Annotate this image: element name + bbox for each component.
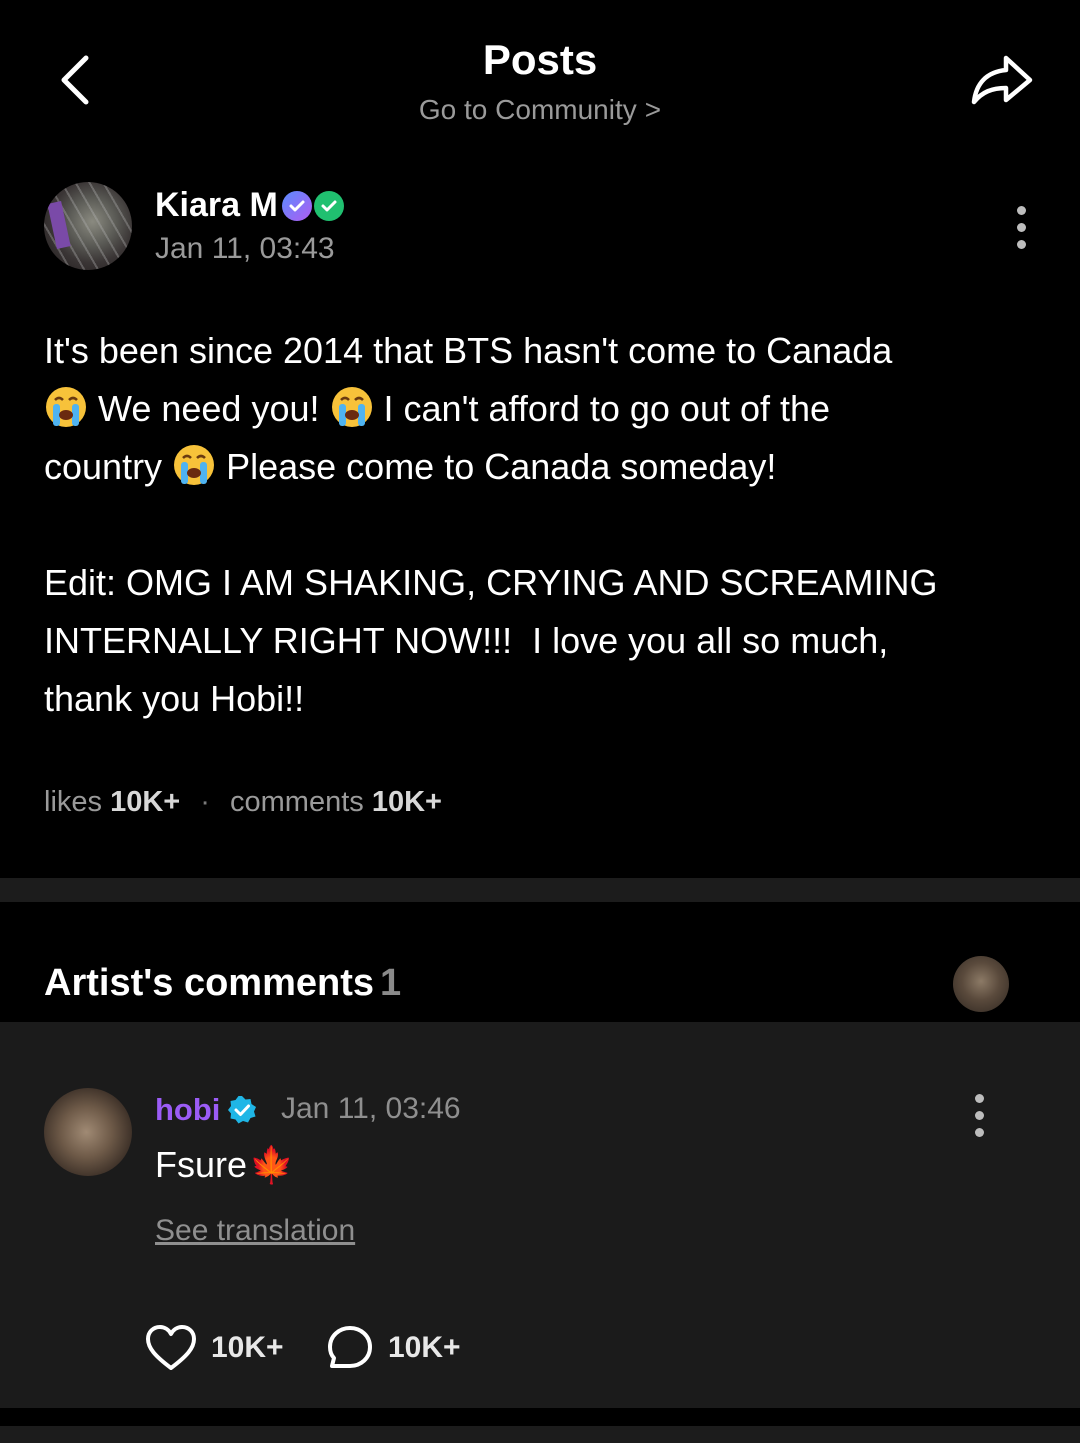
artist-comments-title: Artist's comments 1 bbox=[44, 962, 402, 1004]
post-stats: likes 10K+ · comments 10K+ bbox=[44, 786, 442, 819]
artist-avatar[interactable] bbox=[953, 956, 1009, 1012]
comments-count: 10K+ bbox=[371, 786, 442, 818]
page-title: Posts bbox=[482, 36, 598, 83]
go-to-community-label: Go to Community bbox=[418, 94, 637, 125]
section-divider bbox=[0, 878, 1080, 902]
post-body-line: We need you! I can't afford to go out of… bbox=[44, 380, 1044, 438]
post-date: Jan 11, 03:43 bbox=[155, 232, 335, 265]
more-vertical-icon bbox=[1016, 206, 1026, 215]
post-edit-line: INTERNALLY RIGHT NOW!!! I love you all s… bbox=[44, 620, 889, 661]
comments-label: comments bbox=[230, 786, 364, 818]
author-name[interactable]: Kiara M bbox=[155, 186, 278, 225]
bottom-divider bbox=[0, 1426, 1080, 1443]
likes-label: likes bbox=[44, 786, 103, 818]
post-more-button[interactable] bbox=[1009, 206, 1033, 256]
share-icon bbox=[971, 55, 1033, 105]
post-body: It's been since 2014 that BTS hasn't com… bbox=[44, 322, 1044, 728]
reply-button[interactable]: 10K+ bbox=[326, 1322, 461, 1374]
crying-face-emoji bbox=[174, 445, 215, 485]
post-body-line: country Please come to Canada someday! bbox=[44, 438, 1044, 496]
reply-count: 10K+ bbox=[388, 1331, 461, 1364]
post-body-line: It's been since 2014 that BTS hasn't com… bbox=[44, 330, 893, 371]
artist-comments-count: 1 bbox=[380, 962, 402, 1004]
comment-bubble-icon bbox=[328, 1326, 372, 1368]
see-translation-link[interactable]: See translation bbox=[155, 1214, 355, 1248]
share-button[interactable] bbox=[968, 50, 1038, 110]
crying-face-emoji bbox=[331, 387, 372, 427]
like-button[interactable]: 10K+ bbox=[145, 1322, 284, 1374]
go-to-community-link[interactable]: Go to Community > bbox=[0, 94, 1080, 126]
author-avatar[interactable] bbox=[44, 182, 132, 270]
membership-badge-icon bbox=[282, 191, 312, 221]
post-edit-line: thank you Hobi!! bbox=[44, 678, 305, 719]
verified-badge-icon bbox=[228, 1096, 256, 1124]
likes-count: 10K+ bbox=[110, 786, 181, 818]
commenter-name[interactable]: hobi bbox=[155, 1092, 220, 1128]
more-vertical-icon bbox=[974, 1094, 984, 1103]
crying-face-emoji bbox=[46, 387, 86, 427]
commenter-avatar[interactable] bbox=[44, 1088, 132, 1176]
verified-badge-icon bbox=[314, 191, 344, 221]
comment-date: Jan 11, 03:46 bbox=[281, 1092, 461, 1125]
heart-icon bbox=[146, 1325, 196, 1370]
post-edit-line: Edit: OMG I AM SHAKING, CRYING AND SCREA… bbox=[44, 562, 938, 603]
maple-leaf-emoji: 🍁 bbox=[249, 1144, 294, 1185]
chevron-right-icon: > bbox=[644, 94, 662, 125]
comment-text: Fsure🍁 bbox=[155, 1144, 294, 1185]
author-badges bbox=[282, 191, 346, 223]
like-count: 10K+ bbox=[211, 1331, 284, 1364]
stats-separator: · bbox=[200, 786, 210, 818]
comment-more-button[interactable] bbox=[967, 1094, 991, 1144]
